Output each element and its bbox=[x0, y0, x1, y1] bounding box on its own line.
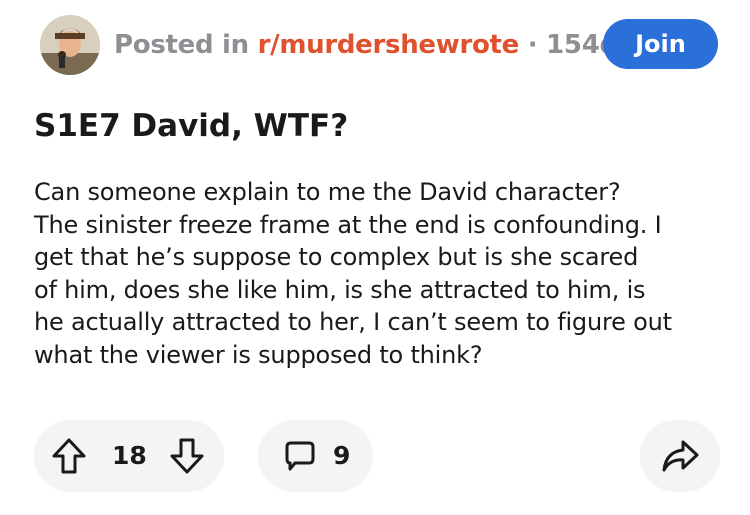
share-arrow-icon bbox=[662, 440, 699, 472]
post-title[interactable]: S1E7 David, WTF? bbox=[34, 105, 348, 147]
post-body-line: Can someone explain to me the David char… bbox=[34, 178, 621, 206]
subreddit-link[interactable]: r/murdershewrote bbox=[258, 30, 520, 60]
subreddit-avatar[interactable] bbox=[40, 15, 100, 75]
vote-score: 18 bbox=[112, 441, 147, 470]
join-button[interactable]: Join bbox=[603, 19, 718, 69]
comments-button[interactable]: 9 bbox=[258, 420, 373, 492]
share-button[interactable] bbox=[640, 420, 720, 492]
post-body-line: he actually attracted to her, I can’t se… bbox=[34, 308, 672, 336]
meta-separator: · bbox=[527, 30, 538, 60]
vote-pill: 18 bbox=[34, 420, 224, 492]
post-body-line: what the viewer is supposed to think? bbox=[34, 340, 483, 369]
comment-count: 9 bbox=[333, 441, 351, 470]
post-card: Posted in r/murdershewrote · 154d Join S… bbox=[0, 0, 750, 515]
posted-in-label: Posted in bbox=[114, 30, 249, 60]
post-body-line: of him, does she like him, is she attrac… bbox=[34, 275, 646, 304]
arrow-up-icon[interactable] bbox=[51, 437, 87, 475]
comment-bubble-icon bbox=[285, 441, 315, 471]
post-meta: Posted in r/murdershewrote · 154d bbox=[114, 28, 618, 62]
avatar-image bbox=[40, 15, 100, 75]
arrow-down-icon[interactable] bbox=[169, 437, 205, 475]
post-body-line: The sinister freeze frame at the end is … bbox=[34, 210, 662, 239]
post-body-line: get that he’s suppose to complex but is … bbox=[34, 243, 639, 271]
post-body: Can someone explain to me the David char… bbox=[34, 176, 734, 371]
